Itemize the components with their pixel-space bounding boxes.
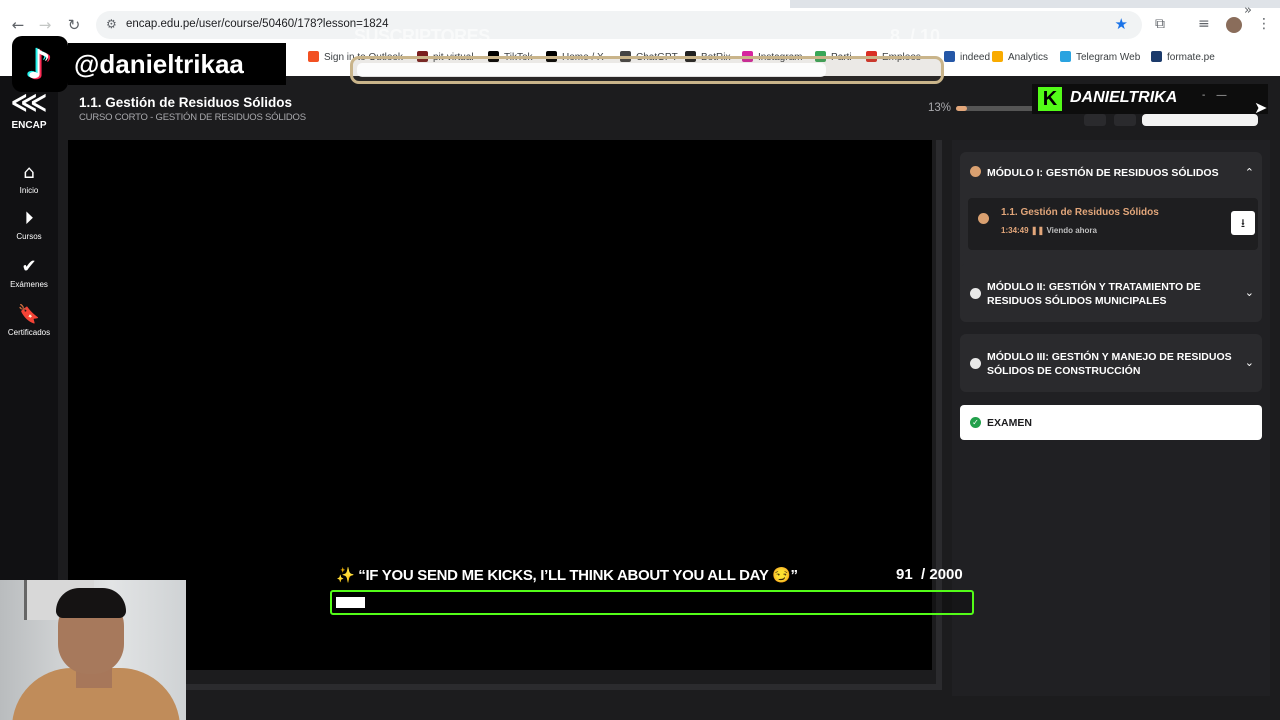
kick-goal-count: 91 / 2000	[896, 566, 963, 583]
subscriber-goal-label: SUSCRIPTORES	[354, 26, 490, 46]
exam-label: EXAMEN	[987, 417, 1032, 429]
complete-lesson-button[interactable]	[1142, 114, 1258, 126]
logo-mark-icon: ⋘	[10, 88, 48, 118]
bookmark-favicon-icon	[944, 51, 955, 62]
sidebar-item-label: Exámenes	[10, 280, 48, 289]
subscriber-goal-target: / 10	[909, 26, 940, 46]
media-control-icon[interactable]: ≡	[1198, 16, 1210, 32]
tiktok-logo: ♪	[12, 36, 68, 92]
play-circle-icon: ⏵	[24, 208, 34, 229]
kick-goal-bar	[330, 590, 974, 615]
bookmark-item[interactable]: indeed	[944, 51, 990, 63]
module-title: MÓDULO II: GESTIÓN Y TRATAMIENTO DE RESI…	[987, 281, 1201, 307]
module-2[interactable]: MÓDULO II: GESTIÓN Y TRATAMIENTO DE RESI…	[960, 264, 1262, 322]
lesson-item-title[interactable]: 1.1. Gestión de Residuos Sólidos	[1001, 207, 1159, 218]
chevron-down-icon[interactable]: ⌄	[1245, 286, 1254, 299]
kick-goal-message: ✨ “IF YOU SEND ME KICKS, I’LL THINK ABOU…	[336, 567, 798, 584]
prev-lesson-button[interactable]	[1084, 114, 1106, 126]
back-button[interactable]: ←	[9, 16, 27, 34]
subscriber-goal-overlay: SUSCRIPTORES 8 / 10	[350, 24, 944, 90]
subscriber-goal-bar	[350, 56, 944, 84]
mouse-cursor-icon: ➤	[1254, 98, 1268, 117]
kick-goal-target: / 2000	[921, 566, 963, 583]
sidebar-item-label: Inicio	[19, 186, 39, 195]
sidebar-item-inicio[interactable]: ⌂ Inicio	[0, 162, 58, 195]
subscriber-goal-fill	[357, 63, 826, 77]
bookmark-label: Telegram Web	[1076, 52, 1141, 63]
window-controls-icon: - —	[1202, 90, 1227, 101]
encap-logo[interactable]: ⋘ ENCAP	[8, 90, 50, 131]
bookmark-label: formate.pe	[1167, 52, 1215, 63]
bookmarks-more-button[interactable]: »	[1244, 3, 1252, 18]
download-button[interactable]: ⭳	[1231, 211, 1255, 235]
lesson-item[interactable]: 1.1. Gestión de Residuos Sólidos 1:34:49…	[968, 198, 1258, 250]
download-icon: ⭳	[1240, 216, 1246, 230]
lesson-status: Viendo ahora	[1046, 226, 1097, 235]
pause-icon: ❚❚	[1030, 226, 1045, 235]
chevron-up-icon[interactable]: ⌃	[1245, 166, 1254, 179]
bookmark-favicon-icon	[308, 51, 319, 62]
module-status-icon	[970, 166, 981, 177]
kick-overlay: K DANIELTRIKA - —	[1032, 84, 1268, 114]
module-3[interactable]: MÓDULO III: GESTIÓN Y MANEJO DE RESIDUOS…	[960, 334, 1262, 392]
sidebar-item-label: Cursos	[16, 232, 42, 241]
bookmark-favicon-icon	[1151, 51, 1162, 62]
modules-panel: MÓDULO I: GESTIÓN DE RESIDUOS SÓLIDOS ⌃ …	[952, 140, 1270, 696]
module-status-icon	[970, 358, 981, 369]
check-circle-icon: ✓	[970, 417, 981, 428]
bookmark-icon: 🔖	[17, 304, 41, 325]
lesson-meta: 1:34:49 ❚❚ Viendo ahora	[1001, 226, 1097, 235]
horizontal-scrollbar[interactable]	[186, 684, 940, 690]
sidebar-item-label: Certificados	[7, 328, 51, 337]
exam-item[interactable]: ✓ EXAMEN	[960, 405, 1262, 440]
home-icon: ⌂	[23, 162, 35, 183]
lesson-duration: 1:34:49	[1001, 226, 1029, 235]
bookmark-favicon-icon	[1060, 51, 1071, 62]
logo-text: ENCAP	[11, 120, 47, 131]
reload-button[interactable]: ↻	[65, 16, 83, 34]
lesson-status-icon	[978, 213, 989, 224]
course-progress-label: 13%	[928, 102, 952, 114]
sidebar-item-cursos[interactable]: ⏵ Cursos	[0, 208, 58, 241]
bookmark-label: indeed	[960, 52, 991, 63]
module-title: MÓDULO III: GESTIÓN Y MANEJO DE RESIDUOS…	[987, 351, 1232, 377]
kick-channel-name: DANIELTRIKA	[1070, 89, 1178, 106]
active-tab[interactable]	[0, 0, 790, 8]
bookmark-label: Analytics	[1008, 52, 1049, 63]
bookmark-favicon-icon	[992, 51, 1003, 62]
tiktok-note-icon: ♪	[26, 42, 52, 88]
browser-menu-icon[interactable]: ⋮	[1257, 16, 1271, 32]
bookmark-item[interactable]: Telegram Web	[1060, 51, 1140, 63]
lesson-title: 1.1. Gestión de Residuos Sólidos	[79, 95, 293, 110]
forward-button[interactable]: →	[36, 16, 54, 34]
course-progress-fill	[956, 106, 967, 111]
chevron-down-icon[interactable]: ⌄	[1245, 356, 1254, 369]
sidebar-item-certificados[interactable]: 🔖 Certificados	[0, 304, 58, 337]
tiktok-handle: @danieltrikaa	[68, 43, 286, 85]
bookmark-star-icon[interactable]: ★	[1115, 15, 1128, 33]
sidebar-item-examenes[interactable]: ✔ Exámenes	[0, 256, 58, 289]
webcam-person-hair	[56, 588, 126, 618]
tab-strip	[0, 0, 1280, 8]
profile-avatar[interactable]	[1226, 17, 1242, 33]
subscriber-goal-count: 8 / 10	[890, 26, 940, 47]
kick-goal-current: 91	[896, 566, 913, 583]
subscriber-goal-current: 8	[889, 26, 900, 46]
webcam-overlay	[0, 580, 186, 720]
next-lesson-button[interactable]	[1114, 114, 1136, 126]
check-icon: ✔	[21, 256, 37, 277]
course-progress-bar	[956, 106, 1038, 111]
course-app: ⋘ ENCAP ⌂ Inicio ⏵ Cursos ✔ Exámenes 🔖 C…	[0, 76, 1280, 720]
module-status-icon	[970, 288, 981, 299]
bookmark-item[interactable]: formate.pe	[1151, 51, 1215, 63]
module-title: MÓDULO I: GESTIÓN DE RESIDUOS SÓLIDOS	[987, 167, 1219, 179]
extensions-icon[interactable]: ⧉	[1155, 16, 1165, 32]
kick-logo-icon: K	[1038, 87, 1062, 111]
course-subtitle: CURSO CORTO - GESTIÓN DE RESIDUOS SÓLIDO…	[79, 112, 306, 123]
kick-goal-fill	[336, 597, 365, 608]
site-settings-icon[interactable]: ⚙	[106, 17, 117, 31]
bookmark-item[interactable]: Analytics	[992, 51, 1048, 63]
